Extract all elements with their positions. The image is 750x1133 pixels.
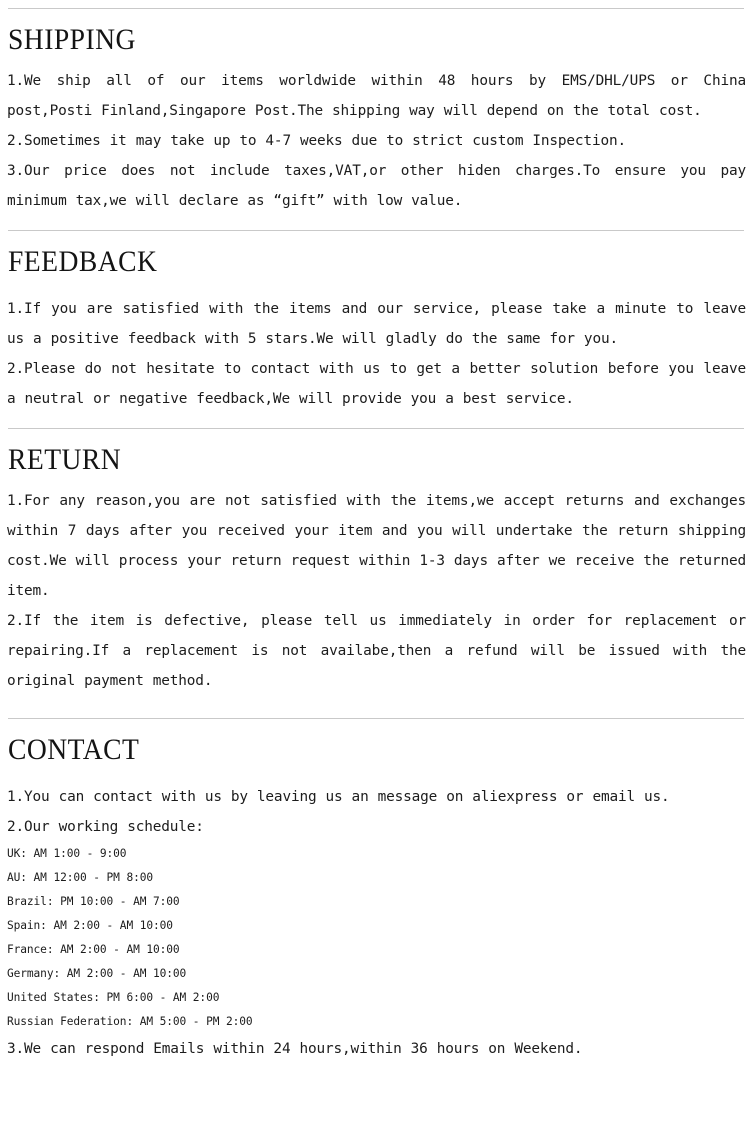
shipping-paragraph-3: 3.Our price does not include taxes,VAT,o… xyxy=(7,163,746,209)
divider-before-return xyxy=(8,428,744,429)
contact-paragraph-3: 3.We can respond Emails within 24 hours,… xyxy=(7,1041,583,1057)
schedule-item-spain: Spain: AM 2:00 - AM 10:00 xyxy=(7,919,173,932)
section-title-feedback: FEEDBACK xyxy=(8,245,158,278)
section-title-shipping: SHIPPING xyxy=(8,23,136,56)
shipping-paragraph-2: 2.Sometimes it may take up to 4-7 weeks … xyxy=(7,133,627,149)
divider-before-feedback xyxy=(8,230,744,231)
spacer-after-shipping xyxy=(0,216,750,230)
schedule-item-united-states: United States: PM 6:00 - AM 2:00 xyxy=(7,991,220,1004)
policy-page: SHIPPING 1.We ship all of our items worl… xyxy=(0,8,750,1064)
divider-before-contact xyxy=(8,718,744,719)
section-return: RETURN 1.For any reason,you are not sati… xyxy=(0,438,750,696)
contact-paragraph-2: 2.Our working schedule: xyxy=(7,819,204,835)
schedule-item-germany: Germany: AM 2:00 - AM 10:00 xyxy=(7,967,187,980)
return-paragraph-2: 2.If the item is defective, please tell … xyxy=(7,613,746,689)
schedule-item-brazil: Brazil: PM 10:00 - AM 7:00 xyxy=(7,895,180,908)
section-title-contact: CONTACT xyxy=(8,733,140,766)
section-contact: CONTACT 1.You can contact with us by lea… xyxy=(0,728,750,1064)
section-feedback: FEEDBACK 1.If you are satisfied with the… xyxy=(0,240,750,414)
schedule-item-au: AU: AM 12:00 - PM 8:00 xyxy=(7,871,153,884)
section-title-return: RETURN xyxy=(8,443,122,476)
return-paragraph-1: 1.For any reason,you are not satisfied w… xyxy=(7,493,746,599)
schedule-item-uk: UK: AM 1:00 - 9:00 xyxy=(7,847,127,860)
feedback-paragraph-1: 1.If you are satisfied with the items an… xyxy=(7,301,746,347)
schedule-item-france: France: AM 2:00 - AM 10:00 xyxy=(7,943,180,956)
shipping-paragraph-1: 1.We ship all of our items worldwide wit… xyxy=(7,73,746,119)
schedule-item-russian-federation: Russian Federation: AM 5:00 - PM 2:00 xyxy=(7,1015,253,1028)
spacer-after-feedback xyxy=(0,414,750,428)
feedback-paragraph-2: 2.Please do not hesitate to contact with… xyxy=(7,361,746,407)
divider-top xyxy=(8,8,744,9)
section-shipping: SHIPPING 1.We ship all of our items worl… xyxy=(0,18,750,216)
spacer-after-return xyxy=(0,696,750,718)
working-schedule-list: UK: AM 1:00 - 9:00 AU: AM 12:00 - PM 8:0… xyxy=(7,842,748,1034)
contact-paragraph-1: 1.You can contact with us by leaving us … xyxy=(7,789,670,805)
